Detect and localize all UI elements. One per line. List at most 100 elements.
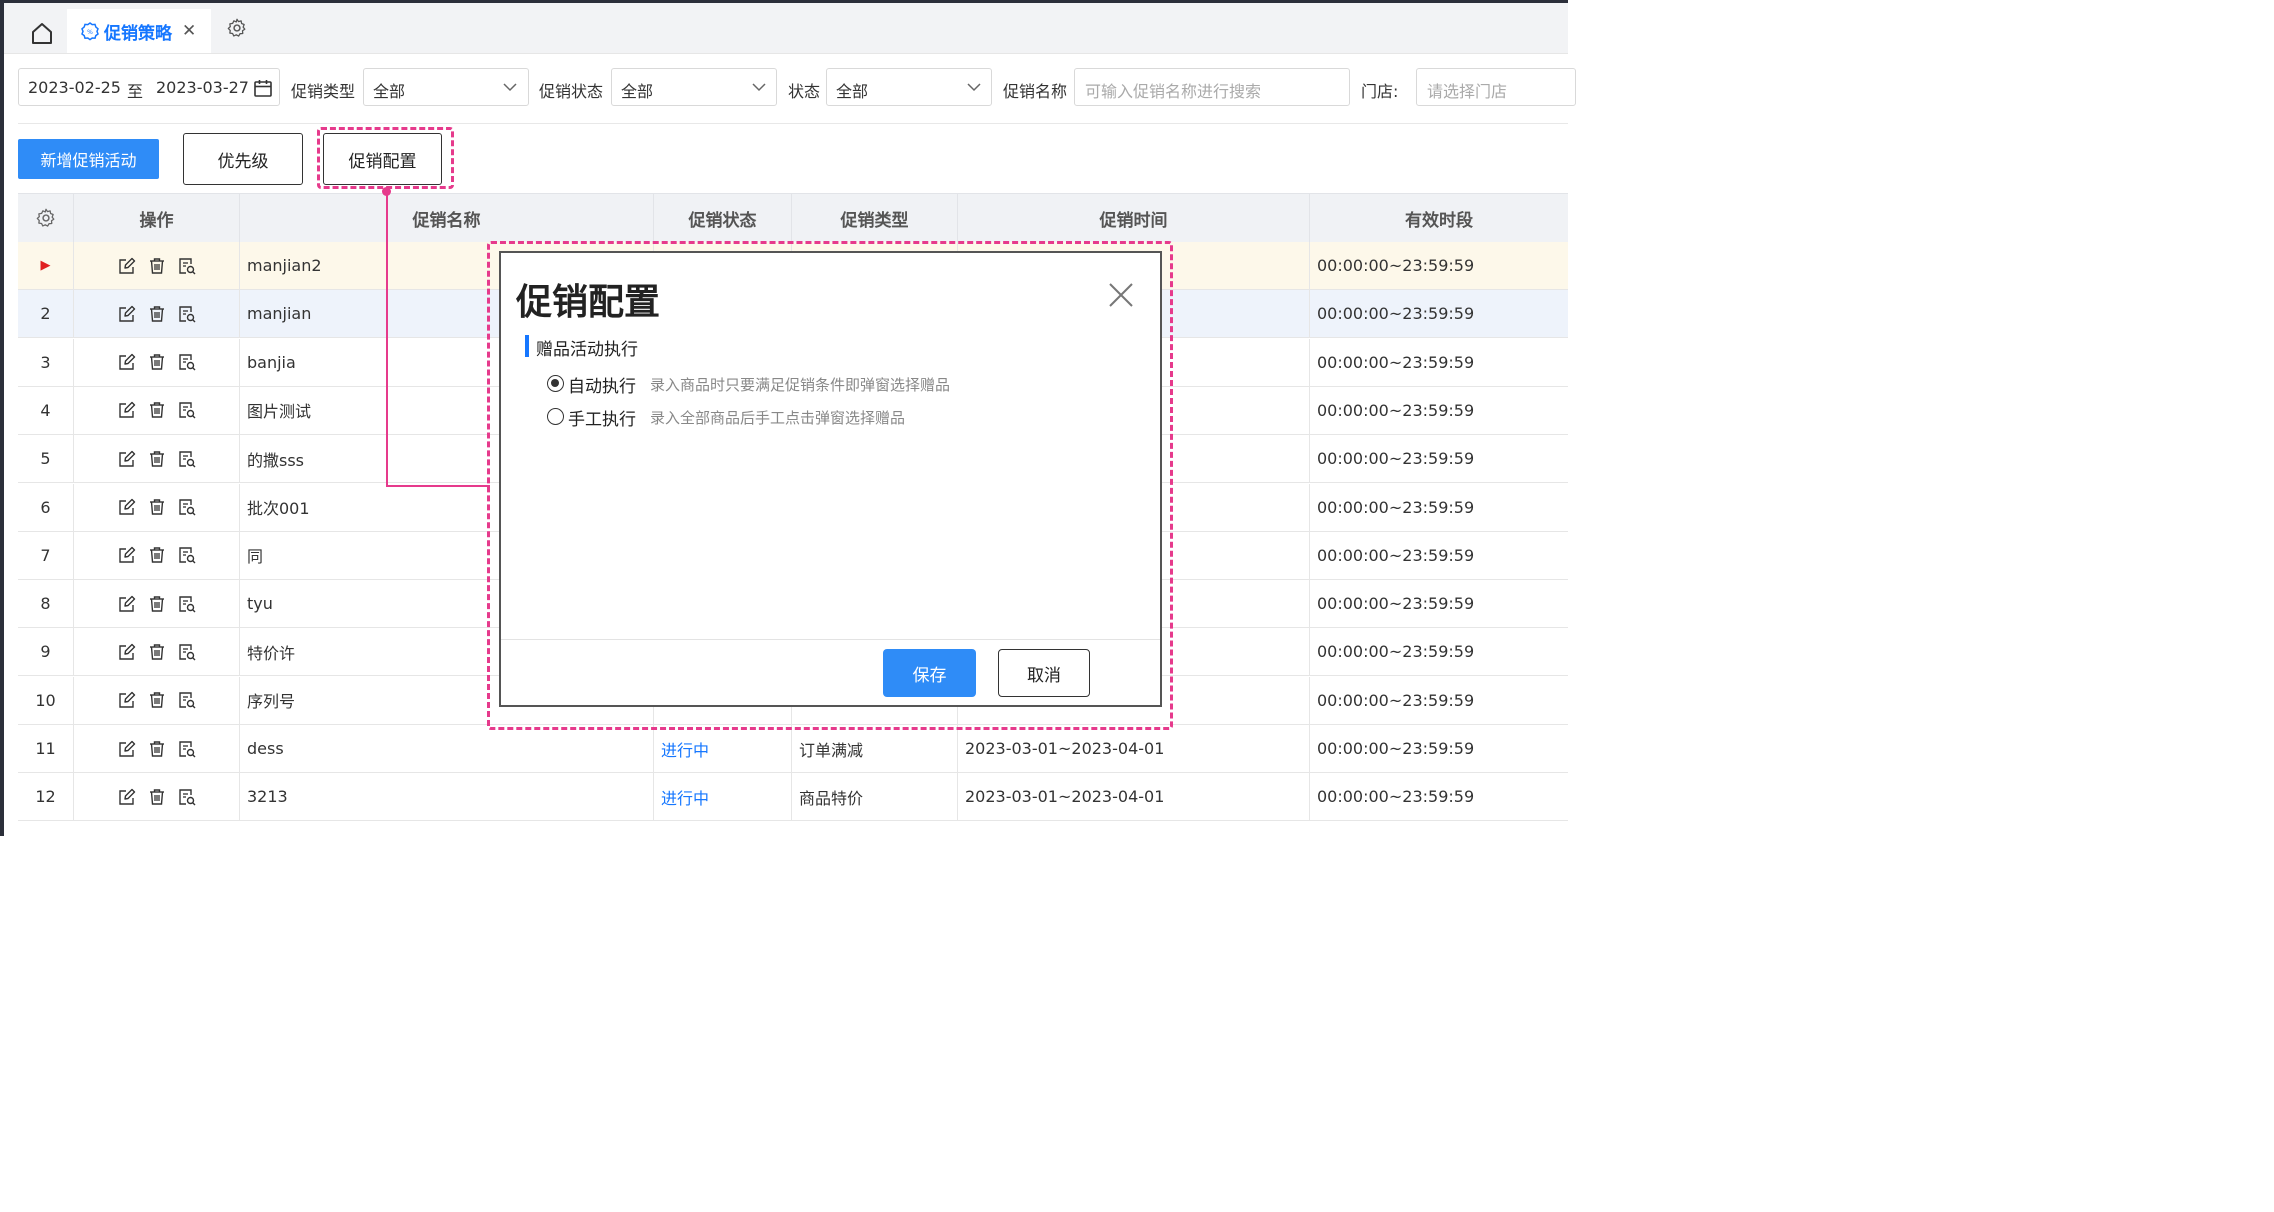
calendar-icon[interactable]: [253, 78, 273, 98]
view-detail-icon[interactable]: [177, 352, 197, 372]
view-detail-icon[interactable]: [177, 787, 197, 807]
row-index: ▶: [18, 242, 74, 289]
view-detail-icon[interactable]: [177, 256, 197, 276]
delete-icon[interactable]: [147, 545, 167, 565]
row-index: 5: [18, 435, 74, 483]
edit-icon[interactable]: [117, 256, 137, 276]
edit-icon[interactable]: [117, 449, 137, 469]
delete-icon[interactable]: [147, 690, 167, 710]
chevron-down-icon: [752, 83, 766, 92]
dialog-footer-divider: [501, 639, 1160, 640]
cancel-button[interactable]: 取消: [998, 649, 1090, 697]
edit-icon[interactable]: [117, 690, 137, 710]
row-valid-period: 00:00:00~23:59:59: [1317, 304, 1475, 324]
save-button[interactable]: 保存: [883, 649, 976, 697]
edit-icon[interactable]: [117, 739, 137, 759]
row-index: 2: [18, 290, 74, 338]
status-value: 全部: [836, 82, 869, 101]
window-frame-left: [0, 0, 4, 836]
header-ops: 操作: [74, 194, 240, 242]
filter-divider: [18, 123, 1568, 124]
view-detail-icon[interactable]: [177, 497, 197, 517]
tab-promo-strategy[interactable]: % 促销策略 ✕: [67, 9, 211, 53]
gear-icon[interactable]: [226, 17, 248, 39]
column-settings[interactable]: [18, 194, 74, 242]
edit-icon[interactable]: [117, 304, 137, 324]
table-row[interactable]: 11 dess 进行中 订单满减 2023-03-01~2023-04-01 00:00:…: [18, 725, 1568, 773]
view-detail-icon[interactable]: [177, 642, 197, 662]
edit-icon[interactable]: [117, 400, 137, 420]
store-placeholder: 请选择门店: [1427, 82, 1508, 101]
home-icon[interactable]: [28, 19, 56, 47]
view-detail-icon[interactable]: [177, 400, 197, 420]
view-detail-icon[interactable]: [177, 594, 197, 614]
row-actions: [74, 242, 240, 289]
row-index: 7: [18, 531, 74, 579]
delete-icon[interactable]: [147, 400, 167, 420]
tab-bar: % 促销策略 ✕: [4, 3, 1568, 54]
view-detail-icon[interactable]: [177, 690, 197, 710]
radio-manual-execute[interactable]: [547, 408, 564, 425]
store-label: 门店:: [1361, 82, 1399, 101]
row-actions: [74, 725, 240, 772]
delete-icon[interactable]: [147, 787, 167, 807]
section-marker: [525, 335, 529, 357]
tab-label: 促销策略: [104, 23, 172, 44]
connector-line-vertical: [386, 190, 388, 486]
row-valid-period: 00:00:00~23:59:59: [1317, 449, 1475, 469]
view-detail-icon[interactable]: [177, 304, 197, 324]
promo-config-dialog: 促销配置 赠品活动执行 自动执行 录入商品时只要满足促销条件即弹窗选择赠品 手工…: [499, 251, 1162, 707]
row-index: 3: [18, 338, 74, 386]
promo-badge-icon: %: [81, 22, 99, 41]
svg-text:%: %: [87, 29, 93, 36]
row-index: 11: [18, 725, 74, 772]
radio-manual-label[interactable]: 手工执行: [568, 405, 636, 430]
view-detail-icon[interactable]: [177, 449, 197, 469]
edit-icon[interactable]: [117, 642, 137, 662]
view-detail-icon[interactable]: [177, 739, 197, 759]
delete-icon[interactable]: [147, 739, 167, 759]
connector-line-horizontal: [386, 485, 490, 487]
delete-icon[interactable]: [147, 304, 167, 324]
row-index: 12: [18, 773, 74, 821]
view-detail-icon[interactable]: [177, 545, 197, 565]
dialog-title: 促销配置: [516, 282, 661, 323]
radio-auto-label[interactable]: 自动执行: [568, 372, 636, 397]
delete-icon[interactable]: [147, 449, 167, 469]
delete-icon[interactable]: [147, 642, 167, 662]
row-actions: [74, 773, 240, 821]
gear-icon[interactable]: [35, 207, 57, 229]
promo-type-value: 全部: [373, 82, 406, 101]
radio-auto-execute[interactable]: [547, 375, 564, 392]
promo-type-label: 促销类型: [291, 82, 356, 101]
chevron-down-icon: [967, 83, 981, 92]
radio-manual-description: 录入全部商品后手工点击弹窗选择赠品: [650, 409, 906, 427]
delete-icon[interactable]: [147, 352, 167, 372]
row-valid-period: 00:00:00~23:59:59: [1317, 690, 1475, 710]
delete-icon[interactable]: [147, 256, 167, 276]
row-promo-time: 2023-03-01~2023-04-01: [958, 725, 1310, 772]
row-promo-status: 进行中: [654, 725, 792, 772]
row-promo-status: 进行中: [654, 773, 792, 821]
header-time: 促销时间: [958, 194, 1310, 242]
row-index: 4: [18, 386, 74, 434]
edit-icon[interactable]: [117, 594, 137, 614]
edit-icon[interactable]: [117, 787, 137, 807]
edit-icon[interactable]: [117, 545, 137, 565]
tab-close-icon[interactable]: ✕: [182, 21, 196, 41]
row-index: 8: [18, 580, 74, 628]
delete-icon[interactable]: [147, 594, 167, 614]
priority-button[interactable]: 优先级: [183, 133, 303, 185]
header-name: 促销名称: [240, 194, 654, 242]
promo-name-label: 促销名称: [1003, 82, 1068, 101]
header-valid: 有效时段: [1405, 210, 1473, 231]
edit-icon[interactable]: [117, 352, 137, 372]
delete-icon[interactable]: [147, 497, 167, 517]
edit-icon[interactable]: [117, 497, 137, 517]
add-promotion-button[interactable]: 新增促销活动: [18, 139, 159, 179]
table-row[interactable]: 12 3213 进行中 商品特价 2023-03-01~2023-04-01 00:00:…: [18, 773, 1568, 822]
row-index: 10: [18, 676, 74, 724]
row-actions: [74, 676, 240, 724]
close-icon[interactable]: [1106, 280, 1136, 310]
row-index: 6: [18, 483, 74, 531]
